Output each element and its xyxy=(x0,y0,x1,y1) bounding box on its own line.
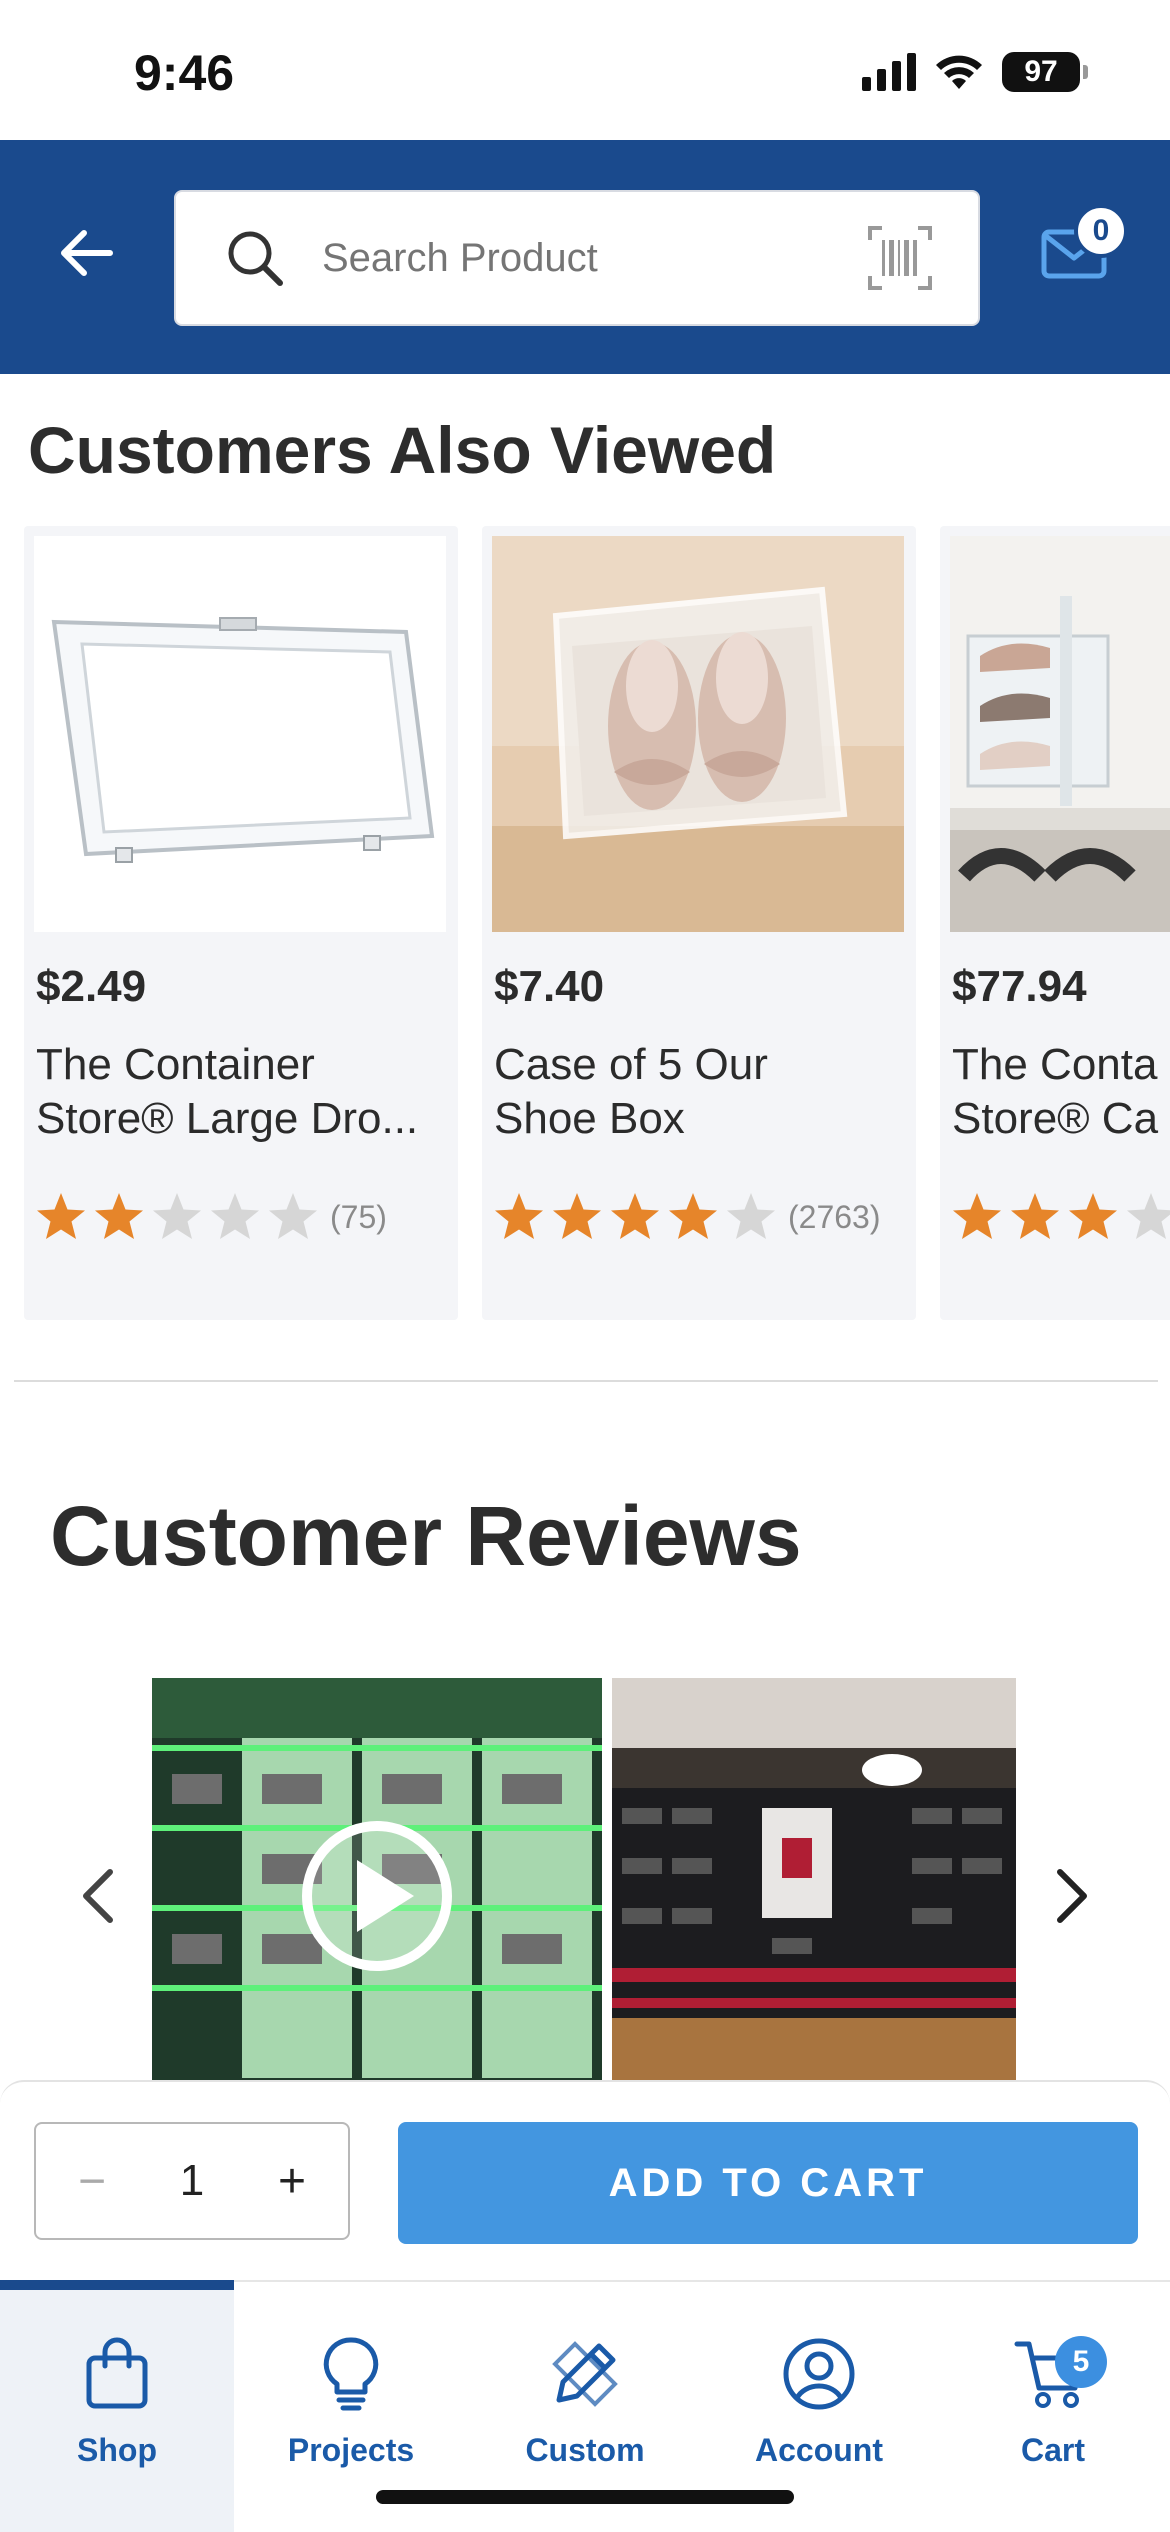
stars xyxy=(950,1190,1170,1244)
lightbulb-icon xyxy=(323,2337,379,2411)
star-filled-icon xyxy=(1011,1193,1059,1239)
cellular-signal-icon xyxy=(862,53,916,91)
review-photo-thumbnail[interactable] xyxy=(612,1678,1016,2082)
star-filled-icon xyxy=(669,1193,717,1239)
product-card[interactable]: $77.94 The Conta Store® Ca xyxy=(940,526,1170,1320)
status-bar: 9:46 97 xyxy=(0,0,1170,140)
quantity-value[interactable]: 1 xyxy=(180,2156,204,2206)
battery-level: 97 xyxy=(1002,52,1080,92)
barcode-scan-icon[interactable] xyxy=(868,226,932,290)
star-rating xyxy=(950,1190,1170,1244)
product-image xyxy=(492,536,904,932)
star-filled-icon xyxy=(1069,1193,1117,1239)
star-filled-icon xyxy=(611,1193,659,1239)
reviews-next-button[interactable] xyxy=(1042,1856,1102,1936)
section-divider xyxy=(14,1380,1158,1382)
customers-also-viewed-title: Customers Also Viewed xyxy=(28,413,777,487)
search-input[interactable] xyxy=(322,235,868,281)
chevron-right-icon xyxy=(1057,1869,1087,1923)
nav-label: Shop xyxy=(77,2432,157,2468)
cart-icon-wrapper: 5 xyxy=(1013,2334,1107,2414)
product-price: $7.40 xyxy=(494,962,605,1011)
nav-item-cart[interactable]: 5 Cart xyxy=(936,2282,1170,2532)
star-filled-icon xyxy=(95,1193,143,1239)
star-filled-icon xyxy=(37,1193,85,1239)
customers-also-viewed-carousel[interactable]: $2.49 The Container Store® Large Dro... … xyxy=(24,526,1170,1320)
back-arrow-icon xyxy=(61,230,113,276)
add-to-cart-button[interactable]: ADD TO CART xyxy=(398,2122,1138,2244)
product-price: $77.94 xyxy=(952,962,1087,1011)
chevron-left-icon xyxy=(83,1869,113,1923)
star-rating: (2763) xyxy=(492,1190,881,1244)
quantity-stepper: − 1 + xyxy=(34,2122,350,2240)
app-header: 0 xyxy=(0,140,1170,374)
stars xyxy=(492,1190,782,1244)
add-to-cart-bar: − 1 + ADD TO CART xyxy=(0,2080,1170,2280)
battery-icon: 97 xyxy=(1002,52,1088,92)
star-filled-icon xyxy=(953,1193,1001,1239)
search-bar[interactable] xyxy=(174,190,980,326)
nav-label: Custom xyxy=(525,2432,645,2468)
star-filled-icon xyxy=(495,1193,543,1239)
review-count: (2763) xyxy=(788,1198,881,1235)
product-name[interactable]: The Conta Store® Ca xyxy=(952,1038,1170,1146)
wifi-icon xyxy=(936,55,982,89)
reviews-prev-button[interactable] xyxy=(68,1856,128,1936)
star-empty-icon xyxy=(269,1193,317,1239)
nav-label: Account xyxy=(755,2432,883,2468)
nav-label: Projects xyxy=(287,2432,415,2468)
product-name[interactable]: The Container Store® Large Dro... xyxy=(36,1038,448,1146)
star-empty-icon xyxy=(211,1193,259,1239)
star-empty-icon xyxy=(153,1193,201,1239)
review-video-thumbnail[interactable] xyxy=(152,1678,602,2082)
account-icon xyxy=(783,2338,855,2410)
product-card[interactable]: $2.49 The Container Store® Large Dro... … xyxy=(24,526,458,1320)
star-empty-icon xyxy=(1127,1193,1170,1239)
stars xyxy=(34,1190,324,1244)
customer-reviews-title: Customer Reviews xyxy=(50,1489,802,1583)
star-filled-icon xyxy=(553,1193,601,1239)
product-image xyxy=(950,536,1170,932)
star-empty-icon xyxy=(727,1193,775,1239)
quantity-decrease-button[interactable]: − xyxy=(72,2154,112,2209)
search-icon xyxy=(224,227,286,289)
back-button[interactable] xyxy=(52,218,122,288)
quantity-increase-button[interactable]: + xyxy=(272,2154,312,2209)
nav-item-shop[interactable]: Shop xyxy=(0,2280,234,2532)
shopping-bag-icon xyxy=(86,2337,148,2409)
product-image xyxy=(34,536,446,932)
product-card[interactable]: $7.40 Case of 5 Our Shoe Box (2763) xyxy=(482,526,916,1320)
star-rating: (75) xyxy=(34,1190,387,1244)
inbox-count-badge: 0 xyxy=(1074,204,1128,258)
cart-count-badge: 5 xyxy=(1055,2336,1107,2388)
pencil-ruler-icon xyxy=(552,2341,618,2407)
product-name[interactable]: Case of 5 Our Shoe Box xyxy=(494,1038,906,1146)
home-indicator xyxy=(376,2490,794,2504)
product-price: $2.49 xyxy=(36,962,147,1011)
nav-label: Cart xyxy=(1020,2432,1085,2468)
review-count: (75) xyxy=(330,1198,387,1235)
status-time: 9:46 xyxy=(134,45,235,101)
status-icons: 97 xyxy=(862,52,1088,92)
